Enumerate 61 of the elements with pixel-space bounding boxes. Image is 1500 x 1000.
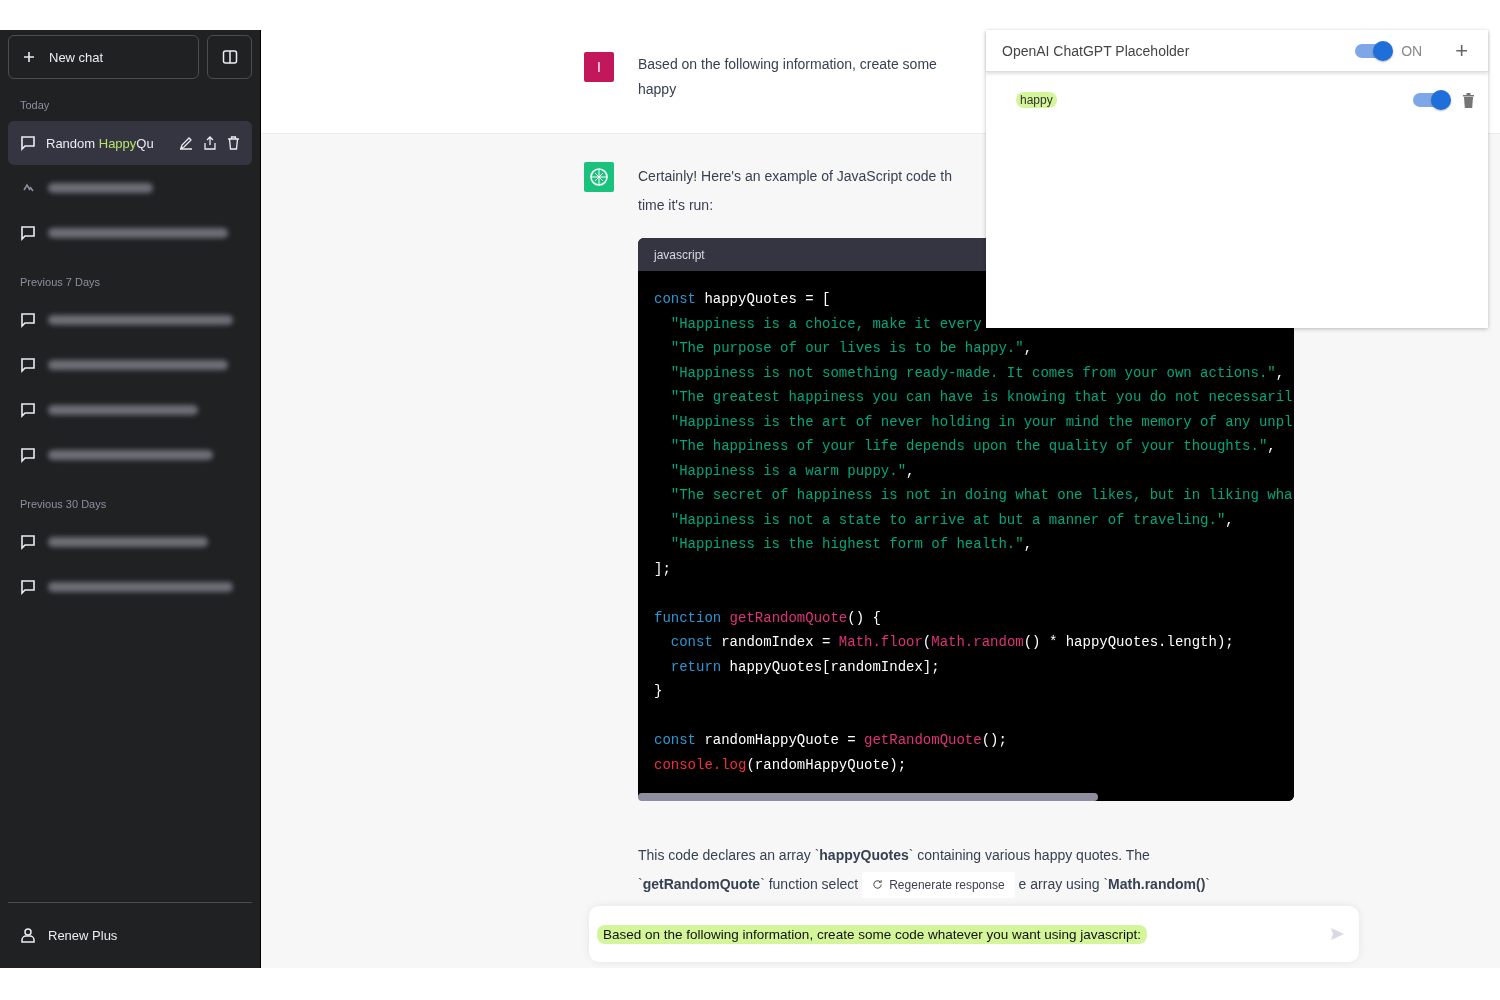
chat-bubble-icon	[20, 312, 36, 328]
message-input-field[interactable]: Based on the following information, create some code whatever you want using javascript:	[589, 906, 1359, 962]
chat-bubble-icon	[20, 135, 36, 151]
code-line: "The greatest happiness you can have is knowing that you do not necessaril	[669, 388, 1294, 407]
chat-title: Random HappyQu	[46, 135, 155, 151]
message-text: time it's run:	[638, 196, 715, 215]
user-icon	[20, 927, 36, 943]
toggle-state-label: ON	[1401, 42, 1424, 59]
chat-bubble-icon	[20, 225, 36, 241]
chat-bubble-icon	[20, 579, 36, 595]
code-line: "Happiness is the art of never holding in your mind the memory of any unpl	[669, 412, 1294, 432]
share-icon[interactable]	[203, 136, 217, 150]
code-line: "The secret of happiness is not in doing what one likes, but in liking wha	[669, 486, 1294, 505]
message-text: happy	[638, 80, 678, 99]
chat-bubble-icon	[20, 357, 36, 373]
keyword-tag: happy	[1016, 92, 1057, 108]
toggle-switch[interactable]	[1413, 93, 1449, 107]
code-line: ];	[654, 559, 672, 579]
code-line: "Happiness is a choice, make it every	[669, 314, 983, 334]
extension-title: OpenAI ChatGPT Placeholder	[1002, 42, 1191, 59]
horizontal-scrollbar[interactable]	[638, 793, 1294, 801]
chat-bubble-icon	[20, 402, 36, 418]
chat-list-item[interactable]: Random HappyQu	[8, 121, 252, 165]
trash-icon[interactable]	[1463, 92, 1474, 108]
code-line: "The happiness of your life depends upon the quality of your thoughts.",	[669, 437, 1277, 456]
message-text: Based on the following information, create some	[638, 55, 937, 74]
chat-bubble-icon	[20, 534, 36, 550]
code-line: return happyQuotes[randomIndex];	[669, 657, 941, 677]
toggle-sidebar-button[interactable]	[207, 35, 252, 79]
code-line: const happyQuotes = [	[654, 290, 832, 309]
plus-icon	[23, 51, 35, 63]
toggle-switch[interactable]	[1355, 43, 1392, 58]
message-text: This code declares an array `happyQuotes` containing various happy quotes. The	[638, 846, 1151, 865]
assistant-logo-icon	[584, 162, 614, 192]
chat-bubble-icon	[20, 447, 36, 463]
code-language-label: javascript	[654, 247, 705, 262]
code-line: function getRandomQuote() {	[654, 608, 882, 628]
code-line: "The purpose of our lives is to be happy.",	[669, 339, 1034, 358]
account-button[interactable]: Renew Plus	[8, 902, 252, 968]
refresh-icon	[872, 879, 884, 890]
pencil-icon[interactable]	[179, 136, 193, 150]
user-avatar: I	[584, 52, 614, 82]
message-text: Certainly! Here's an example of JavaScript code th	[638, 167, 953, 186]
code-line: "Happiness is not something ready-made. It comes from your own actions.",	[669, 363, 1286, 383]
code-line: }	[654, 682, 664, 701]
trash-icon[interactable]	[227, 136, 240, 150]
code-line: "Happiness is not a state to arrive at but a manner of traveling.",	[669, 510, 1235, 530]
code-line: const randomIndex = Math.floor(Math.random() * happyQuotes.length);	[669, 633, 1235, 652]
code-line: console.log(randomHappyQuote);	[654, 755, 908, 775]
add-button[interactable]: +	[1451, 39, 1472, 62]
code-line: "Happiness is the highest form of health.",	[669, 535, 1034, 554]
group-label: Previous 7 Days	[19, 275, 102, 290]
sidebar-toggle-icon	[221, 49, 238, 65]
message-text: `getRandomQuote` function select	[638, 875, 859, 894]
group-label: Today	[19, 98, 51, 113]
code-line: "Happiness is a warm puppy.",	[669, 461, 916, 481]
group-label: Previous 30 Days	[19, 497, 108, 512]
message-text: e array using `Math.random()`	[1018, 875, 1210, 894]
new-chat-button[interactable]: New chat	[8, 35, 199, 79]
code-line: const randomHappyQuote = getRandomQuote();	[654, 731, 1008, 750]
regenerate-response-button[interactable]: Regenerate response	[862, 871, 1015, 898]
